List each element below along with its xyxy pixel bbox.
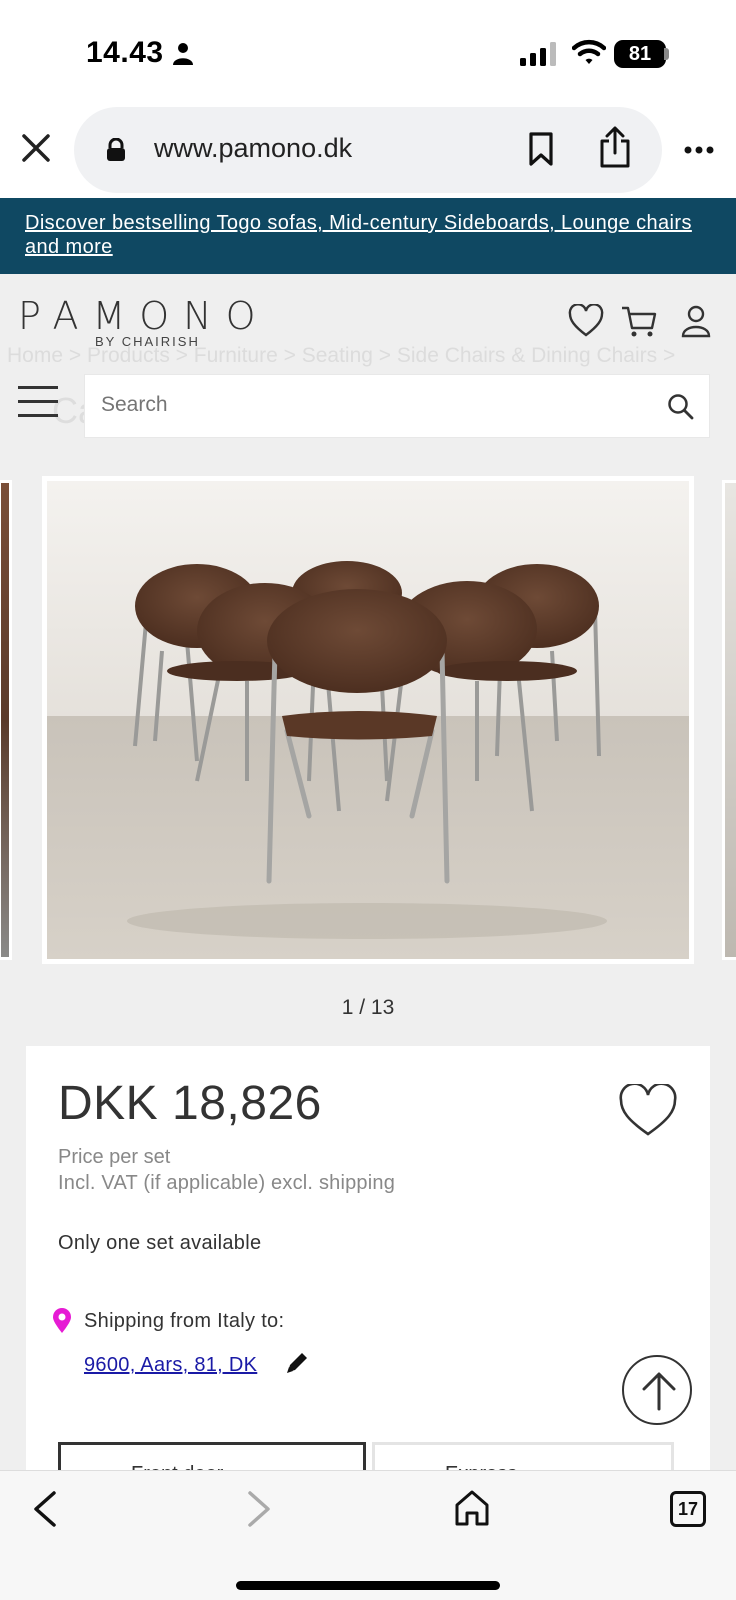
lock-icon bbox=[107, 138, 125, 161]
vat-note: Incl. VAT (if applicable) excl. shipping bbox=[58, 1172, 396, 1194]
heart-icon[interactable] bbox=[618, 1084, 678, 1138]
person-icon bbox=[173, 43, 193, 65]
shipping-label: Shipping from Italy to: bbox=[84, 1310, 285, 1332]
cart-icon[interactable] bbox=[620, 304, 658, 338]
product-price: DKK 18,826 bbox=[58, 1077, 322, 1130]
user-icon[interactable] bbox=[680, 304, 712, 338]
scroll-to-top-button[interactable] bbox=[622, 1355, 692, 1425]
promo-banner: Discover bestselling Togo sofas, Mid-cen… bbox=[0, 198, 736, 274]
promo-link[interactable]: Discover bestselling Togo sofas, Mid-cen… bbox=[25, 212, 692, 258]
image-counter: 1 / 13 bbox=[341, 996, 395, 1019]
battery-tip bbox=[664, 48, 669, 60]
site-header: Home > Products > Furniture > Seating > … bbox=[0, 274, 736, 456]
search-box[interactable] bbox=[84, 374, 710, 438]
tabs-button[interactable]: 17 bbox=[670, 1491, 706, 1527]
close-icon[interactable] bbox=[18, 130, 54, 166]
status-bar: 14.43 81 bbox=[0, 0, 736, 100]
battery-indicator: 81 bbox=[614, 40, 666, 68]
logo-subtitle: BY CHAIRISH bbox=[95, 334, 200, 349]
heart-icon[interactable] bbox=[568, 304, 604, 338]
product-card: DKK 18,826 Price per set Incl. VAT (if a… bbox=[26, 1046, 710, 1502]
pin-icon bbox=[53, 1308, 71, 1333]
home-icon[interactable] bbox=[454, 1489, 490, 1527]
browser-toolbar: www.pamono.dk bbox=[0, 100, 736, 198]
product-image[interactable] bbox=[42, 476, 694, 964]
home-indicator bbox=[236, 1581, 500, 1590]
next-image-thumb[interactable] bbox=[722, 480, 736, 960]
price-note: Price per set bbox=[58, 1146, 171, 1168]
previous-image-thumb[interactable] bbox=[0, 480, 12, 960]
product-gallery: 1 / 13 bbox=[0, 456, 736, 1040]
bookmark-icon[interactable] bbox=[528, 131, 554, 167]
shipping-address-link[interactable]: 9600, Aars, 81, DK bbox=[84, 1354, 257, 1377]
pencil-icon[interactable] bbox=[284, 1350, 310, 1376]
availability-text: Only one set available bbox=[58, 1232, 262, 1254]
share-icon[interactable] bbox=[598, 125, 632, 169]
arrow-up-icon bbox=[642, 1372, 676, 1411]
back-icon[interactable] bbox=[30, 1489, 60, 1529]
wifi-icon bbox=[572, 39, 606, 64]
search-icon[interactable] bbox=[667, 393, 695, 421]
signal-icon bbox=[520, 42, 556, 66]
menu-icon[interactable] bbox=[18, 386, 58, 418]
more-icon[interactable] bbox=[684, 146, 714, 154]
forward-icon[interactable] bbox=[244, 1489, 274, 1529]
address-bar[interactable]: www.pamono.dk bbox=[74, 107, 662, 193]
search-input[interactable] bbox=[101, 393, 641, 417]
site-logo[interactable]: PAMONO bbox=[18, 294, 270, 338]
url-text[interactable]: www.pamono.dk bbox=[154, 133, 352, 164]
status-time: 14.43 bbox=[86, 36, 164, 69]
browser-bottom-bar: 17 bbox=[0, 1470, 736, 1600]
chairs-photo bbox=[47, 481, 689, 959]
